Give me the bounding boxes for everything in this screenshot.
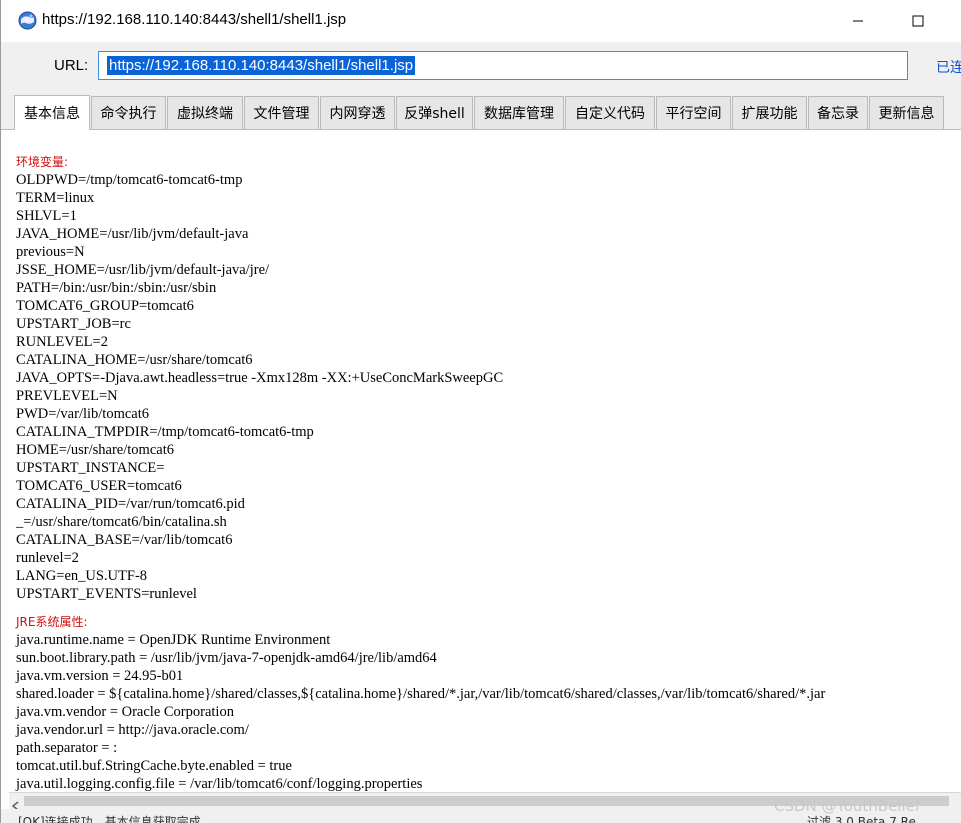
env-line: OLDPWD=/tmp/tomcat6-tomcat6-tmp xyxy=(16,172,243,188)
status-message: [OK]连接成功，基本信息获取完成 xyxy=(18,815,201,823)
tab-extensions[interactable]: 扩展功能 xyxy=(732,96,807,129)
env-line: PWD=/var/lib/tomcat6 xyxy=(16,406,150,422)
tab-virtual-terminal[interactable]: 虚拟终端 xyxy=(167,96,243,129)
env-line: JSSE_HOME=/usr/lib/jvm/default-java/jre/ xyxy=(16,262,270,278)
tab-database-manager[interactable]: 数据库管理 xyxy=(474,96,564,129)
jre-line: java.vm.vendor = Oracle Corporation xyxy=(16,704,234,720)
url-input[interactable]: https://192.168.110.140:8443/shell1/shel… xyxy=(98,51,908,80)
info-content-panel[interactable]: 环境变量: OLDPWD=/tmp/tomcat6-tomcat6-tmp TER… xyxy=(9,131,961,794)
env-line: UPSTART_INSTANCE= xyxy=(16,460,165,476)
env-line: UPSTART_JOB=rc xyxy=(16,316,131,332)
scroll-left-arrow-icon[interactable] xyxy=(11,796,21,811)
env-line: PREVLEVEL=N xyxy=(16,388,118,404)
url-input-value[interactable]: https://192.168.110.140:8443/shell1/shel… xyxy=(107,56,416,75)
window-title: https://192.168.110.140:8443/shell1/shel… xyxy=(42,11,347,28)
jre-line: java.util.logging.config.file = /var/lib… xyxy=(16,776,423,792)
jre-line: sun.boot.library.path = /usr/lib/jvm/jav… xyxy=(16,650,437,666)
jre-list: java.runtime.name = OpenJDK Runtime Envi… xyxy=(16,631,825,793)
tab-parallel-space[interactable]: 平行空间 xyxy=(656,96,731,129)
tab-strip: 基本信息 命令执行 虚拟终端 文件管理 内网穿透 反弹shell 数据库管理 自… xyxy=(1,90,961,130)
jre-line: tomcat.util.buf.StringCache.byte.enabled… xyxy=(16,758,292,774)
tab-reverse-shell[interactable]: 反弹shell xyxy=(396,96,473,129)
tab-command-exec[interactable]: 命令执行 xyxy=(91,96,166,129)
tab-basic-info[interactable]: 基本信息 xyxy=(14,95,90,130)
url-label: URL: xyxy=(54,57,89,74)
info-text: 环境变量: OLDPWD=/tmp/tomcat6-tomcat6-tmp TER… xyxy=(16,153,825,793)
jre-line: java.runtime.name = OpenJDK Runtime Envi… xyxy=(16,632,331,648)
env-line: UPSTART_EVENTS=runlevel xyxy=(16,586,197,602)
title-bar: https://192.168.110.140:8443/shell1/shel… xyxy=(1,0,961,42)
env-line: CATALINA_BASE=/var/lib/tomcat6 xyxy=(16,532,233,548)
tab-update-info[interactable]: 更新信息 xyxy=(869,96,944,129)
tab-file-manager[interactable]: 文件管理 xyxy=(244,96,319,129)
env-line: JAVA_HOME=/usr/lib/jvm/default-java xyxy=(16,226,249,242)
app-window: https://192.168.110.140:8443/shell1/shel… xyxy=(0,0,961,823)
jre-line: java.vm.version = 24.95-b01 xyxy=(16,668,184,684)
env-line: CATALINA_HOME=/usr/share/tomcat6 xyxy=(16,352,253,368)
maximize-icon xyxy=(912,15,924,27)
minimize-icon xyxy=(853,20,863,22)
env-line: JAVA_OPTS=-Djava.awt.headless=true -Xmx1… xyxy=(16,370,504,386)
env-line: CATALINA_PID=/var/run/tomcat6.pid xyxy=(16,496,245,512)
env-line: HOME=/usr/share/tomcat6 xyxy=(16,442,174,458)
env-line: LANG=en_US.UTF-8 xyxy=(16,568,148,584)
env-line: RUNLEVEL=2 xyxy=(16,334,108,350)
env-line: previous=N xyxy=(16,244,85,260)
env-heading: 环境变量: xyxy=(16,155,69,169)
env-line: TERM=linux xyxy=(16,190,95,206)
env-line: CATALINA_TMPDIR=/tmp/tomcat6-tomcat6-tmp xyxy=(16,424,314,440)
watermark: CSDN @YouthBelief xyxy=(774,797,921,815)
jre-heading: JRE系统属性: xyxy=(16,615,88,629)
connection-status: 已连 xyxy=(936,60,961,76)
minimize-button[interactable] xyxy=(842,6,874,36)
left-edge-strip xyxy=(0,0,8,823)
env-line: PATH=/bin:/usr/bin:/sbin:/usr/sbin xyxy=(16,280,217,296)
env-line: runlevel=2 xyxy=(16,550,79,566)
env-line: SHLVL=1 xyxy=(16,208,77,224)
env-list: OLDPWD=/tmp/tomcat6-tomcat6-tmp TERM=linu… xyxy=(16,171,825,603)
env-line: TOMCAT6_GROUP=tomcat6 xyxy=(16,298,194,314)
env-line: TOMCAT6_USER=tomcat6 xyxy=(16,478,182,494)
jre-line: shared.loader = ${catalina.home}/shared/… xyxy=(16,686,826,702)
tab-memo[interactable]: 备忘录 xyxy=(808,96,868,129)
maximize-button[interactable] xyxy=(902,6,934,36)
tab-intranet-tunnel[interactable]: 内网穿透 xyxy=(320,96,395,129)
app-globe-icon xyxy=(18,11,37,30)
tab-custom-code[interactable]: 自定义代码 xyxy=(565,96,655,129)
jre-line: java.vendor.url = http://java.oracle.com… xyxy=(16,722,249,738)
env-line: _=/usr/share/tomcat6/bin/catalina.sh xyxy=(16,514,227,530)
jre-line: path.separator = : xyxy=(16,740,118,756)
url-bar: URL: https://192.168.110.140:8443/shell1… xyxy=(1,42,961,90)
